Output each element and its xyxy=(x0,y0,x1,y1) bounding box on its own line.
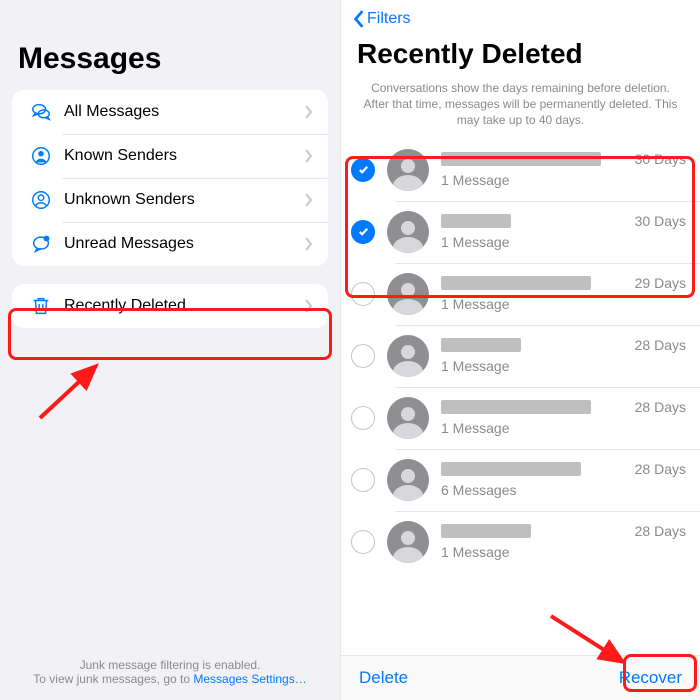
contact-name-redacted xyxy=(441,338,521,352)
selection-checkbox[interactable] xyxy=(351,220,375,244)
days-remaining: 30 Days xyxy=(635,151,686,167)
conversation-meta: 1 Message xyxy=(441,400,635,436)
contact-name-redacted xyxy=(441,524,531,538)
message-count: 1 Message xyxy=(441,172,635,188)
conversation-meta: 1 Message xyxy=(441,276,635,312)
days-remaining: 28 Days xyxy=(635,523,686,539)
filter-row-all-messages[interactable]: All Messages xyxy=(12,90,328,134)
avatar xyxy=(387,335,429,377)
filter-label: All Messages xyxy=(56,103,304,121)
conversation-meta: 1 Message xyxy=(441,338,635,374)
footer-note: Junk message filtering is enabled. To vi… xyxy=(0,658,340,686)
filter-row-known-senders[interactable]: Known Senders xyxy=(12,134,328,178)
filters-list: All Messages Known Senders Unknown Senders… xyxy=(12,90,328,266)
contact-name-redacted xyxy=(441,400,591,414)
back-button[interactable]: Filters xyxy=(353,10,411,28)
selection-checkbox[interactable] xyxy=(351,282,375,306)
unread-messages-icon xyxy=(26,233,56,255)
unknown-senders-icon xyxy=(26,189,56,211)
filter-label: Unknown Senders xyxy=(56,191,304,209)
avatar xyxy=(387,149,429,191)
conversation-meta: 1 Message xyxy=(441,524,635,560)
conversation-list: 1 Message30 Days1 Message30 Days1 Messag… xyxy=(341,139,700,655)
recently-deleted-row[interactable]: Recently Deleted xyxy=(12,284,328,328)
recover-button[interactable]: Recover xyxy=(619,668,682,688)
filter-label: Known Senders xyxy=(56,147,304,165)
chevron-right-icon xyxy=(304,149,314,163)
messages-settings-link[interactable]: Messages Settings… xyxy=(193,672,306,686)
message-count: 1 Message xyxy=(441,420,635,436)
days-remaining: 30 Days xyxy=(635,213,686,229)
message-count: 1 Message xyxy=(441,358,635,374)
footer-line1: Junk message filtering is enabled. xyxy=(0,658,340,672)
selection-checkbox[interactable] xyxy=(351,530,375,554)
messages-filters-screen: Messages All Messages Known Senders Unknow… xyxy=(0,0,340,700)
conversation-meta: 1 Message xyxy=(441,152,635,188)
footer-line2: To view junk messages, go to Messages Se… xyxy=(0,672,340,686)
conversation-row[interactable]: 1 Message30 Days xyxy=(341,201,700,263)
avatar xyxy=(387,521,429,563)
recently-deleted-card: Recently Deleted xyxy=(12,284,328,328)
conversation-row[interactable]: 1 Message30 Days xyxy=(341,139,700,201)
page-title: Messages xyxy=(0,18,340,90)
footer-line2-prefix: To view junk messages, go to xyxy=(33,672,193,686)
contact-name-redacted xyxy=(441,152,601,166)
page-title: Recently Deleted xyxy=(341,32,700,80)
chevron-right-icon xyxy=(304,237,314,251)
chevron-right-icon xyxy=(304,193,314,207)
conversation-row[interactable]: 1 Message28 Days xyxy=(341,511,700,573)
nav-bar: Filters xyxy=(341,0,700,32)
trash-icon xyxy=(26,295,56,317)
message-count: 1 Message xyxy=(441,296,635,312)
selection-checkbox[interactable] xyxy=(351,406,375,430)
avatar xyxy=(387,397,429,439)
avatar xyxy=(387,211,429,253)
chevron-right-icon xyxy=(304,299,314,313)
info-text: Conversations show the days remaining be… xyxy=(341,80,700,139)
conversation-row[interactable]: 6 Messages28 Days xyxy=(341,449,700,511)
filter-row-unknown-senders[interactable]: Unknown Senders xyxy=(12,178,328,222)
days-remaining: 28 Days xyxy=(635,399,686,415)
conversation-row[interactable]: 1 Message29 Days xyxy=(341,263,700,325)
contact-name-redacted xyxy=(441,462,581,476)
days-remaining: 29 Days xyxy=(635,275,686,291)
contact-name-redacted xyxy=(441,214,511,228)
days-remaining: 28 Days xyxy=(635,461,686,477)
message-count: 6 Messages xyxy=(441,482,635,498)
back-label: Filters xyxy=(367,10,411,28)
bottom-toolbar: Delete Recover xyxy=(341,655,700,700)
recently-deleted-label: Recently Deleted xyxy=(56,297,304,315)
days-remaining: 28 Days xyxy=(635,337,686,353)
conversation-row[interactable]: 1 Message28 Days xyxy=(341,387,700,449)
avatar xyxy=(387,273,429,315)
filter-row-unread-messages[interactable]: Unread Messages xyxy=(12,222,328,266)
conversation-meta: 6 Messages xyxy=(441,462,635,498)
known-senders-icon xyxy=(26,145,56,167)
selection-checkbox[interactable] xyxy=(351,158,375,182)
conversation-meta: 1 Message xyxy=(441,214,635,250)
recently-deleted-screen: Filters Recently Deleted Conversations s… xyxy=(340,0,700,700)
message-count: 1 Message xyxy=(441,234,635,250)
filter-label: Unread Messages xyxy=(56,235,304,253)
annotation-arrow xyxy=(28,356,118,426)
contact-name-redacted xyxy=(441,276,591,290)
selection-checkbox[interactable] xyxy=(351,468,375,492)
avatar xyxy=(387,459,429,501)
conversation-row[interactable]: 1 Message28 Days xyxy=(341,325,700,387)
delete-button[interactable]: Delete xyxy=(359,668,408,688)
selection-checkbox[interactable] xyxy=(351,344,375,368)
message-count: 1 Message xyxy=(441,544,635,560)
all-messages-icon xyxy=(26,101,56,123)
chevron-right-icon xyxy=(304,105,314,119)
